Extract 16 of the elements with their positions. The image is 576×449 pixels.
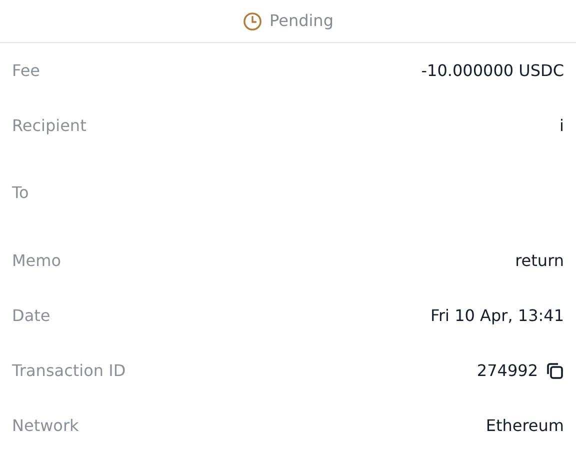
detail-label: Network <box>12 414 79 436</box>
detail-value: i <box>560 114 564 136</box>
detail-value: -10.000000 USDC <box>421 60 564 82</box>
copy-icon[interactable] <box>546 362 564 380</box>
detail-label: Recipient <box>12 114 86 136</box>
detail-value: Ethereum <box>486 414 564 436</box>
detail-label: To <box>12 182 29 204</box>
detail-value: Fri 10 Apr, 13:41 <box>430 304 564 326</box>
detail-value: return <box>515 250 564 272</box>
detail-label: Date <box>12 304 50 326</box>
status-label: Pending <box>270 10 334 32</box>
clock-icon <box>242 12 262 30</box>
detail-value: 274992 <box>476 360 538 382</box>
detail-label: Memo <box>12 250 62 272</box>
detail-label: Fee <box>12 60 40 82</box>
detail-label: Transaction ID <box>12 360 126 382</box>
